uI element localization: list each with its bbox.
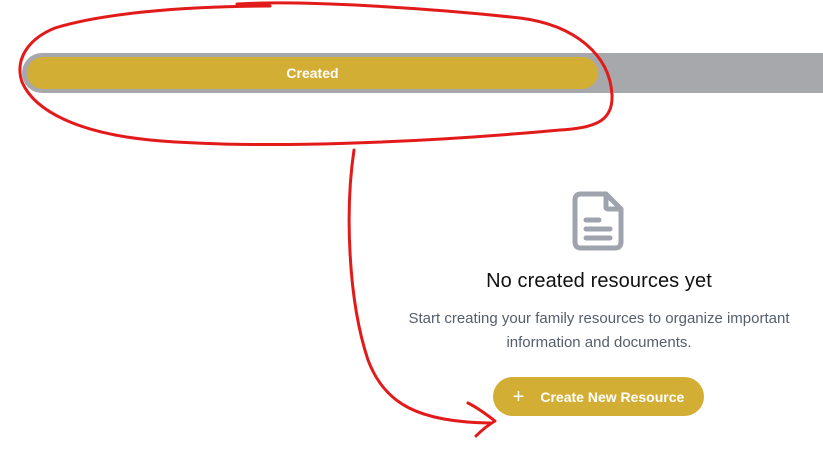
create-new-resource-button[interactable]: + Create New Resource (493, 377, 704, 416)
document-icon (572, 191, 624, 251)
empty-state-description: Start creating your family resources to … (408, 310, 790, 351)
annotation-arrowhead (466, 401, 497, 438)
tab-created-label: Created (286, 65, 339, 81)
resources-page: Created No created resources yet Start c… (0, 0, 823, 454)
create-new-resource-label: Create New Resource (540, 388, 685, 405)
tab-created[interactable]: Created (27, 57, 598, 89)
plus-icon: + (512, 385, 525, 408)
empty-state-title: No created resources yet (486, 270, 712, 292)
